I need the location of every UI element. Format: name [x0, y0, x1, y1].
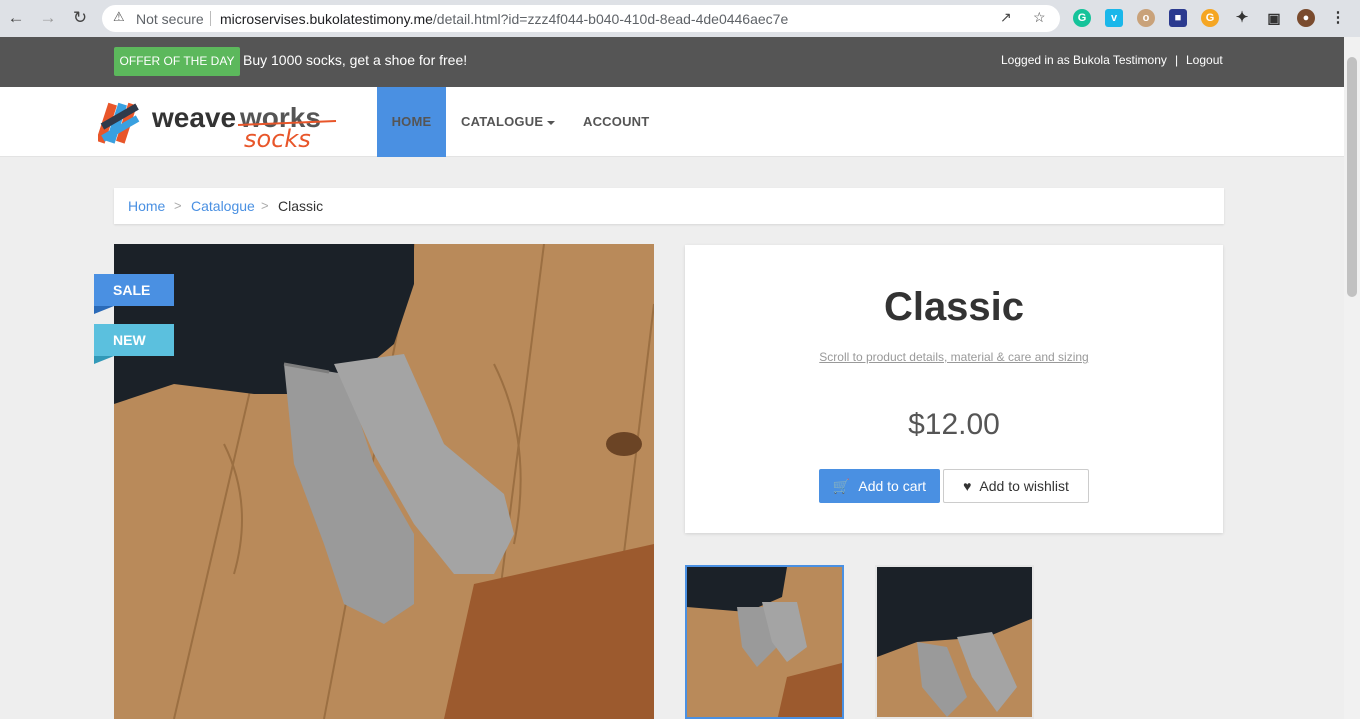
login-status: Logged in as Bukola Testimony — [1001, 53, 1167, 67]
login-separator: | — [1175, 53, 1179, 67]
new-ribbon-fold — [94, 356, 114, 364]
owl-extension-icon[interactable]: o — [1137, 9, 1155, 27]
browser-menu-icon[interactable]: ⋮ — [1329, 9, 1347, 27]
breadcrumb-catalogue[interactable]: Catalogue — [191, 198, 255, 214]
address-bar[interactable]: ⚠ Not secure microservises.bukolatestimo… — [102, 5, 1060, 32]
bookmark-star-icon[interactable]: ☆ — [1033, 9, 1046, 26]
shopping-cart-icon: 🛒 — [832, 478, 851, 494]
scrollbar-thumb[interactable] — [1347, 57, 1357, 297]
new-ribbon: NEW — [94, 324, 174, 356]
side-panel-icon[interactable]: ▣ — [1265, 9, 1283, 27]
add-to-cart-button[interactable]: 🛒 Add to cart — [819, 469, 940, 503]
offer-topbar: OFFER OF THE DAY Buy 1000 socks, get a s… — [0, 37, 1344, 87]
add-to-cart-label: Add to cart — [858, 478, 927, 494]
logo-graphic: weave works socks — [96, 102, 337, 153]
main-navbar: weave works socks HOME CATALOGUE ACCOUNT — [0, 87, 1344, 157]
url-host: microservises.bukolatestimony.me — [220, 11, 433, 27]
breadcrumb: Home > Catalogue > Classic — [114, 188, 1224, 224]
reload-icon[interactable]: ↻ — [68, 6, 92, 30]
vimeo-extension-icon[interactable]: v — [1105, 9, 1123, 27]
not-secure-label[interactable]: Not secure — [136, 11, 204, 27]
offer-text: Buy 1000 socks, get a shoe for free! — [243, 52, 468, 68]
logo-mark-icon — [96, 102, 140, 144]
product-title: Classic — [883, 285, 1025, 329]
nav-catalogue[interactable]: CATALOGUE — [461, 87, 556, 157]
nav-catalogue-label: CATALOGUE — [461, 114, 544, 129]
puzzle-app-extension-icon[interactable]: ■ — [1169, 9, 1187, 27]
omnibox-divider — [210, 11, 211, 26]
weaveworks-socks-logo[interactable]: weave works socks — [96, 97, 338, 153]
share-icon[interactable]: ↗ — [1000, 9, 1012, 26]
breadcrumb-separator: > — [174, 198, 182, 213]
url-path: /detail.html?id=zzz4f044-b040-410d-8ead-… — [432, 11, 789, 27]
offer-of-the-day-badge[interactable]: OFFER OF THE DAY — [114, 47, 240, 76]
browser-toolbar: ← → ↻ ⚠ Not secure microservises.bukolat… — [0, 0, 1360, 37]
product-info-box: Classic Scroll to product details, mater… — [685, 245, 1223, 533]
add-to-wishlist-label: Add to wishlist — [979, 478, 1069, 494]
back-icon[interactable]: ← — [4, 6, 28, 30]
nav-home[interactable]: HOME — [377, 87, 446, 157]
product-thumbnail-1[interactable] — [685, 565, 844, 719]
profile-avatar-icon[interactable]: ● — [1297, 9, 1315, 27]
forward-icon[interactable]: → — [36, 6, 60, 30]
breadcrumb-current: Classic — [278, 198, 324, 214]
breadcrumb-separator: > — [261, 198, 269, 213]
grammarly-extension-icon[interactable]: G — [1073, 9, 1091, 27]
thumbnail-1-image — [687, 567, 842, 717]
extensions-puzzle-icon[interactable]: ✦ — [1233, 9, 1251, 27]
product-price: $12.00 — [908, 408, 1000, 441]
breadcrumb-home[interactable]: Home — [128, 198, 165, 214]
url-text[interactable]: microservises.bukolatestimony.me/detail.… — [220, 11, 788, 27]
g-extension-icon[interactable]: G — [1201, 9, 1219, 27]
warning-icon: ⚠ — [113, 9, 125, 24]
logo-word-weave: weave — [151, 102, 236, 133]
nav-account[interactable]: ACCOUNT — [583, 87, 649, 157]
product-thumbnail-2[interactable] — [875, 565, 1034, 719]
product-main-image[interactable] — [114, 244, 654, 719]
logout-link[interactable]: Logout — [1186, 53, 1223, 67]
sale-ribbon: SALE — [94, 274, 174, 306]
page-scrollbar[interactable] — [1344, 37, 1360, 719]
sock-photo-illustration — [114, 244, 654, 719]
scroll-to-details-link[interactable]: Scroll to product details, material & ca… — [685, 350, 1223, 364]
add-to-wishlist-button[interactable]: ♥ Add to wishlist — [943, 469, 1089, 503]
sale-ribbon-fold — [94, 306, 114, 314]
logo-word-socks: socks — [244, 125, 311, 149]
heart-icon: ♥ — [963, 478, 972, 494]
thumbnail-2-image — [877, 567, 1032, 717]
caret-down-icon — [547, 120, 556, 125]
